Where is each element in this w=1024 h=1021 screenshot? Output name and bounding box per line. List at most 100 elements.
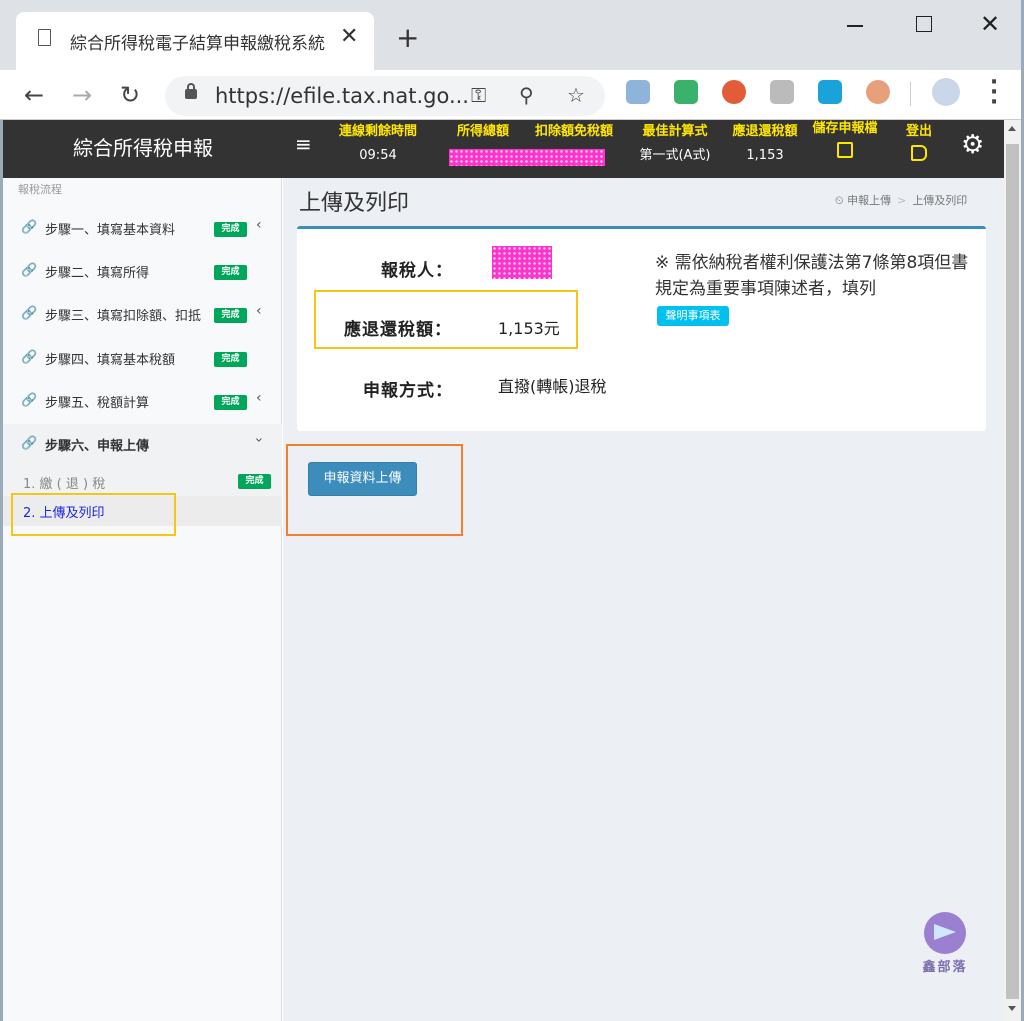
sidebar-item-step4[interactable]: 🔗 步驟四、填寫基本稅額 完成 (3, 338, 282, 378)
dashboard-icon: ⏲ (835, 194, 844, 207)
link-icon: 🔗 (21, 220, 38, 235)
lock-icon (185, 83, 197, 99)
redacted-taxpayer-name (492, 246, 552, 279)
logout-label: 登出 (905, 124, 932, 139)
deduction: 扣除額免稅額 (529, 123, 619, 141)
highlight-box (11, 493, 176, 536)
browser-toolbar: ← → ↻ https://efile.tax.nat.go... ⚿ ⚲ ☆ … (0, 70, 1024, 120)
extension-mail-icon[interactable] (674, 80, 698, 104)
app-brand: 綜合所得稅申報 (73, 136, 213, 160)
best-method-value: 第一式(A式) (639, 148, 711, 163)
total-income-label: 所得總額 (456, 124, 509, 139)
scrollbar[interactable] (1004, 120, 1021, 1021)
refund-amount: 1,153元 (498, 319, 560, 338)
sidebar-item-step3[interactable]: 🔗 步驟三、填寫扣除額、扣抵 完成 ‹ (3, 294, 282, 334)
declaration-form-button[interactable]: 聲明事項表 (657, 306, 729, 326)
upload-data-button[interactable]: 申報資料上傳 (308, 462, 417, 496)
breadcrumb-item[interactable]: 申報上傳 (847, 194, 891, 207)
key-icon[interactable]: ⚿ (471, 83, 486, 107)
deduction-label: 扣除額免稅額 (534, 124, 613, 139)
link-icon: 🔗 (21, 350, 38, 365)
logout-button[interactable]: 登出 (897, 123, 941, 161)
new-tab-button[interactable]: + (396, 22, 419, 54)
breadcrumb-item: 上傳及列印 (912, 194, 968, 207)
refund-summary: 應退還稅額 1,153 (727, 123, 803, 167)
back-icon[interactable]: ← (24, 80, 44, 110)
sidebar-item-label: 步驟二、填寫所得 (45, 266, 150, 281)
scroll-down-icon[interactable] (1008, 1006, 1016, 1011)
best-method-label: 最佳計算式 (642, 124, 708, 139)
summary-panel: 報稅人： 應退還稅額： 1,153元 申報方式： 直撥(轉帳)退稅 ※ 需依納稅… (297, 226, 986, 431)
sidebar: 報稅流程 🔗 步驟一、填寫基本資料 完成 ‹ 🔗 步驟二、填寫所得 完成 🔗 步… (3, 178, 282, 1021)
save-file-button[interactable]: 儲存申報檔 (807, 120, 883, 158)
browser-tab[interactable]: 綜合所得稅電子結算申報繳稅系統 ✕ (16, 12, 374, 70)
status-badge: 完成 (214, 395, 247, 410)
chevron-left-icon: ‹ (256, 217, 262, 233)
refund-value: 1,153 (746, 148, 784, 163)
app-header: 綜合所得稅申報 ≡ 連線剩餘時間 09:54 所得總額 扣除額免稅額 最佳計算式… (3, 120, 1021, 178)
link-icon: 🔗 (21, 263, 38, 278)
toolbar-divider (910, 82, 911, 106)
sign-out-icon (911, 145, 927, 161)
refund-label: 應退還稅額 (732, 124, 798, 139)
star-icon[interactable]: ☆ (567, 83, 585, 107)
page-title: 上傳及列印 (299, 191, 410, 216)
watermark-text: 鑫部落 (922, 960, 968, 975)
extension-icon[interactable] (866, 80, 890, 104)
extension-clipboard-icon[interactable] (770, 80, 794, 104)
breadcrumb: ⏲ 申報上傳 > 上傳及列印 (835, 194, 968, 207)
scroll-up-icon[interactable] (1008, 126, 1016, 131)
document-icon (38, 29, 51, 46)
menu-toggle-icon[interactable]: ≡ (295, 132, 312, 156)
sidebar-item-step5[interactable]: 🔗 步驟五、稅額計算 完成 ‹ (3, 381, 282, 421)
status-badge: 完成 (238, 474, 271, 489)
maximize-button[interactable] (903, 10, 943, 38)
taxpayer-label: 報稅人： (381, 261, 453, 281)
filing-method-value: 直撥(轉帳)退稅 (498, 377, 607, 396)
close-window-button[interactable]: ✕ (970, 10, 1010, 38)
minimize-button[interactable] (836, 10, 876, 38)
notice-text: ※ 需依納稅者權利保護法第7條第8項但書規定為重要事項陳述者，填列 (655, 253, 969, 299)
profile-avatar[interactable] (932, 78, 960, 106)
best-method: 最佳計算式 第一式(A式) (631, 123, 719, 167)
address-bar[interactable]: https://efile.tax.nat.go... ⚿ ⚲ ☆ (165, 76, 605, 116)
extension-icon[interactable] (722, 80, 746, 104)
status-badge: 完成 (214, 265, 247, 280)
filing-method-label: 申報方式： (363, 381, 453, 401)
sidebar-item-label: 步驟三、填寫扣除額、扣抵 (45, 309, 202, 324)
chevron-down-icon: ‹ (250, 437, 267, 443)
main-content: 上傳及列印 ⏲ 申報上傳 > 上傳及列印 報稅人： 應退還稅額： 1,153元 申報… (283, 178, 1004, 1021)
link-icon: 🔗 (21, 436, 38, 451)
status-badge: 完成 (214, 308, 247, 323)
extension-icon[interactable] (818, 80, 842, 104)
sidebar-item-label: 步驟四、填寫基本稅額 (45, 353, 176, 368)
redacted-amount (449, 149, 605, 166)
link-icon: 🔗 (21, 306, 38, 321)
sidebar-header: 報稅流程 (18, 183, 62, 196)
paper-plane-icon (924, 912, 966, 954)
tab-title: 綜合所得稅電子結算申報繳稅系統 (70, 34, 325, 51)
status-badge: 完成 (214, 222, 247, 237)
forward-icon[interactable]: → (72, 80, 92, 110)
chevron-left-icon: ‹ (256, 303, 262, 319)
status-badge: 完成 (214, 352, 247, 367)
browser-tabstrip: 綜合所得稅電子結算申報繳稅系統 ✕ + ✕ (0, 0, 1024, 70)
chevron-left-icon: ‹ (256, 390, 262, 406)
gear-icon[interactable]: ⚙ (961, 130, 984, 160)
watermark-logo: 鑫部落 (919, 912, 971, 975)
tab-close-icon[interactable]: ✕ (340, 25, 358, 49)
extension-icon[interactable] (626, 80, 650, 104)
reload-icon[interactable]: ↻ (120, 80, 140, 110)
sidebar-item-step2[interactable]: 🔗 步驟二、填寫所得 完成 (3, 251, 282, 291)
refund-label: 應退還稅額： (344, 320, 452, 340)
link-icon: 🔗 (21, 393, 38, 408)
browser-menu-icon[interactable]: · · · (988, 72, 1000, 114)
zoom-icon[interactable]: ⚲ (519, 83, 534, 107)
session-timer: 連線剩餘時間 09:54 (333, 123, 423, 167)
floppy-disk-icon (837, 142, 853, 158)
sidebar-item-label: 步驟一、填寫基本資料 (45, 223, 176, 238)
sidebar-subitem-pay[interactable]: 1. 繳 ( 退 ) 稅 (23, 473, 105, 492)
sidebar-item-label: 步驟六、申報上傳 (45, 439, 150, 454)
sidebar-item-step1[interactable]: 🔗 步驟一、填寫基本資料 完成 ‹ (3, 208, 282, 248)
scrollbar-thumb[interactable] (1006, 144, 1019, 999)
